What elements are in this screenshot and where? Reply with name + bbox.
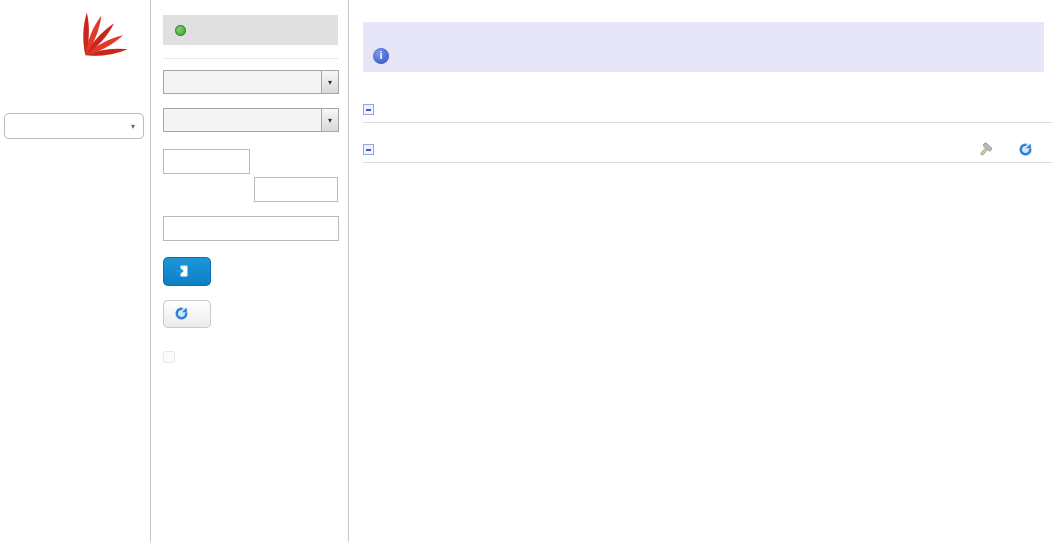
solr-admin-dataimport-page: { "logo": { "text": "Solr" }, "sidebar":… bbox=[0, 0, 1052, 542]
auto-refresh-row bbox=[163, 351, 338, 363]
collapse-icon[interactable] bbox=[363, 104, 374, 115]
divider bbox=[163, 58, 338, 59]
sidebar: ▾ bbox=[0, 0, 151, 542]
start-input[interactable] bbox=[163, 149, 250, 174]
reload-button[interactable] bbox=[1018, 142, 1039, 157]
execute-icon bbox=[175, 264, 189, 278]
raw-status-section-header bbox=[363, 97, 1052, 123]
status-green-dot-icon bbox=[175, 25, 186, 36]
reload-icon bbox=[1018, 142, 1033, 157]
dataimport-content: i bbox=[350, 0, 1052, 542]
hammer-icon bbox=[978, 142, 994, 158]
solr-logo[interactable] bbox=[0, 0, 150, 92]
status-alert: i bbox=[363, 22, 1044, 72]
core-selector-dropdown[interactable]: ▾ bbox=[4, 113, 144, 139]
info-icon: i bbox=[373, 48, 389, 64]
chevron-down-icon: ▾ bbox=[131, 122, 135, 131]
chevron-down-icon: ▾ bbox=[321, 71, 338, 93]
refresh-status-button[interactable] bbox=[163, 300, 211, 328]
entity-select[interactable]: ▾ bbox=[163, 108, 339, 132]
debug-mode-button[interactable] bbox=[978, 142, 1000, 158]
handler-header bbox=[163, 15, 338, 45]
execute-button[interactable] bbox=[163, 257, 211, 286]
chevron-down-icon: ▾ bbox=[321, 109, 338, 131]
configuration-section-header bbox=[363, 137, 1052, 163]
custom-parameters-input[interactable] bbox=[163, 216, 339, 241]
auto-refresh-checkbox bbox=[163, 351, 175, 363]
rows-input[interactable] bbox=[254, 177, 338, 202]
refresh-icon bbox=[174, 306, 189, 321]
collapse-icon[interactable] bbox=[363, 144, 374, 155]
dataimport-form-panel: ▾ ▾ bbox=[151, 0, 349, 542]
command-select[interactable]: ▾ bbox=[163, 70, 339, 94]
solr-logo-flare-icon bbox=[76, 2, 132, 60]
